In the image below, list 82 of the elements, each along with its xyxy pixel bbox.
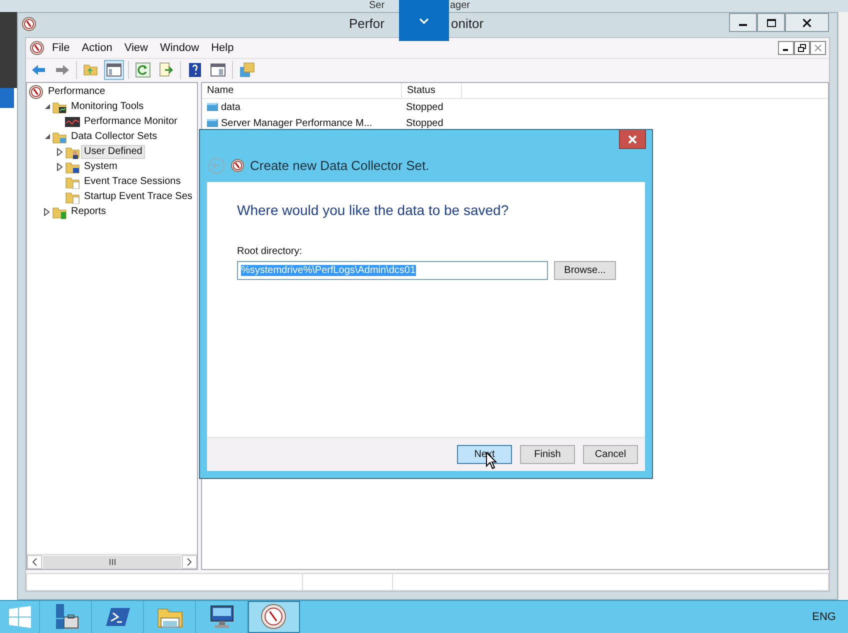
folder-icon [83,62,99,78]
menu-item[interactable]: File [46,40,76,56]
gauge-icon [22,16,36,31]
chevron-down-icon [419,18,429,24]
data-set-icon [206,101,219,112]
tree-item[interactable]: Event Trace Sessions [81,174,184,188]
menu-item[interactable]: Action [76,40,118,56]
data-set-icon [206,117,219,128]
tree-item[interactable]: Monitoring Tools [68,100,147,114]
minimize-button[interactable] [778,41,794,55]
folder-icon [65,190,80,204]
window-title: Perfor [349,15,384,34]
browse-button[interactable]: Browse... [554,261,616,280]
background-sidebar-item [0,88,14,108]
maximize-button[interactable] [757,13,785,32]
gauge-icon [30,40,44,55]
table-cell-text: Stopped [406,116,444,130]
table-cell-text: Stopped [406,100,444,114]
gauge-icon [261,604,287,630]
panel-icon [106,62,122,78]
expanded-arrow-icon[interactable] [44,103,50,110]
folder-icon [52,204,67,219]
dialog-title: Create new Data Collector Set. [250,156,430,175]
help-icon [187,62,203,78]
menu-item[interactable]: Window [154,40,206,56]
close-icon [628,134,637,144]
folder-icon [65,144,80,159]
tree-item[interactable]: User Defined [81,144,146,158]
taskbar-app[interactable] [248,601,300,633]
grip-icon [108,559,116,565]
computer-icon [208,604,234,630]
close-button[interactable] [619,130,646,149]
maximize-icon [766,18,776,26]
tree-item[interactable]: System [81,160,120,174]
language-indicator[interactable]: ENG [812,608,836,626]
refresh-button[interactable] [133,60,153,80]
tree-item[interactable]: Performance Monitor [81,114,180,128]
window-title: onitor [451,15,484,34]
gauge-icon [29,84,44,99]
tree-item[interactable]: Reports [68,204,110,218]
field-label: Root directory: [237,245,304,259]
collapsed-arrow-icon[interactable] [44,208,50,216]
scroll-right-button[interactable] [182,555,197,569]
folder-icon [65,174,80,189]
dialog-heading: Where would you like the data to be saved? [237,201,510,220]
table-cell-text: data [221,100,240,114]
menu-item[interactable]: View [118,40,154,56]
minimize-button[interactable] [729,13,757,32]
new-set-icon [239,62,255,78]
tree-item[interactable]: Performance [45,84,108,98]
new-button[interactable] [237,60,257,80]
table-cell-text: Server Manager Performance M... [221,116,372,130]
dialog-button[interactable]: Cancel [583,445,638,464]
export-icon [158,62,174,78]
chart-icon [65,114,80,129]
folder-icon [52,130,67,144]
refresh-icon [135,62,151,78]
window-title: ager [450,0,470,11]
menu-item[interactable]: Help [205,40,240,56]
tree-item[interactable]: Startup Event Trace Ses [81,190,196,204]
folder-icon [52,100,67,114]
window-title: Ser [369,0,385,11]
expanded-arrow-icon[interactable] [44,133,50,140]
tree-item[interactable]: Data Collector Sets [68,130,160,144]
column-header[interactable]: Name [202,83,402,98]
column-header[interactable]: Status [402,83,462,98]
restore-button[interactable] [794,41,810,55]
scrollbar-thumb[interactable] [43,556,181,568]
collapsed-arrow-icon[interactable] [57,162,63,170]
close-icon [814,44,822,52]
gauge-icon [231,158,244,172]
dialog-button[interactable]: Finish [520,445,575,464]
scroll-left-button[interactable] [27,555,42,569]
properties-icon [210,62,226,78]
collapsed-arrow-icon[interactable] [57,148,63,156]
minimize-icon [739,24,747,26]
restore-icon [798,44,806,52]
close-button[interactable] [785,13,829,32]
close-icon [803,18,811,26]
windows-logo-icon [8,606,30,628]
tree-button[interactable] [104,60,124,80]
folder-icon [65,160,80,174]
